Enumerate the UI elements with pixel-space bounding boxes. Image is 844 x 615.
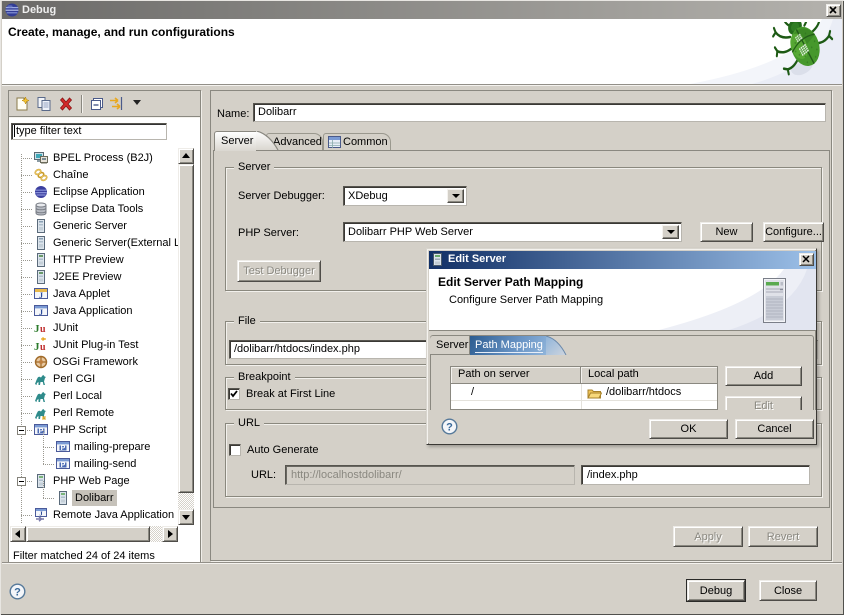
svg-text:J: J <box>39 291 43 300</box>
svg-text:J: J <box>39 308 43 317</box>
svg-text:P: P <box>61 462 66 469</box>
svg-text:P: P <box>61 445 66 452</box>
svg-text:?: ? <box>14 587 21 599</box>
svg-text:u: u <box>40 324 46 335</box>
svg-text:u: u <box>40 342 46 353</box>
svg-text:?: ? <box>446 422 453 434</box>
